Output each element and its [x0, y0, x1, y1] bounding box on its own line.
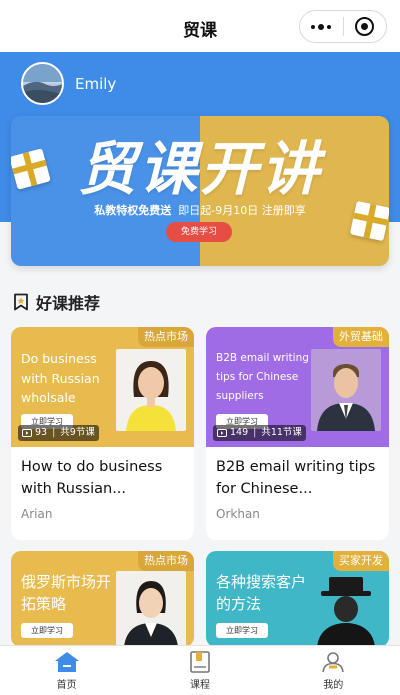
lesson-count: 共9节课	[60, 427, 95, 438]
tab-label: 首页	[56, 680, 77, 691]
tab-label: 我的	[323, 680, 344, 691]
study-now-button[interactable]: 立即学习	[216, 623, 268, 638]
mini-program-capsule	[299, 10, 387, 43]
course-tag: 买家开发	[333, 551, 389, 571]
more-dots-icon	[311, 23, 332, 30]
course-thumbnail: 热点市场 俄罗斯市场开拓策略 立即学习	[11, 551, 194, 647]
thumbnail-title: B2B email writing tips for Chinese suppl…	[216, 352, 309, 402]
banner-subtitle: 私教特权免费送 即日起-9月10日 注册即享	[11, 202, 389, 218]
course-stats: 149 | 共11节课	[213, 425, 306, 441]
thumbnail-title: Do business with Russian wholsale	[21, 351, 100, 405]
course-card[interactable]: 热点市场 俄罗斯市场开拓策略 立即学习	[11, 551, 194, 647]
course-card[interactable]: 外贸基础 B2B email writing tips for Chinese …	[206, 327, 389, 540]
thumbnail-title: 各种搜索客户的方法	[216, 573, 307, 613]
course-card[interactable]: 买家开发 各种搜索客户的方法 立即学习	[206, 551, 389, 647]
course-tag: 外贸基础	[333, 327, 389, 347]
tab-profile[interactable]: 我的	[267, 646, 400, 695]
user-icon	[322, 652, 345, 673]
video-icon	[217, 429, 227, 437]
view-count: 149	[230, 427, 249, 438]
banner-dates: 即日起-9月10日 注册即享	[178, 204, 306, 217]
free-study-button[interactable]: 免费学习	[166, 222, 232, 242]
banner-headline: 贸课开讲	[77, 135, 322, 203]
instructor-photo	[311, 349, 381, 431]
bottom-tab-bar: 首页 课程 我的	[0, 645, 400, 695]
course-title: B2B email writing tips for Chinese...	[216, 459, 376, 497]
avatar[interactable]	[21, 62, 64, 105]
course-thumbnail: 外贸基础 B2B email writing tips for Chinese …	[206, 327, 389, 447]
nav-bar: 贸课	[0, 0, 400, 52]
recommended-section-header: 好课推荐	[12, 290, 100, 314]
home-icon	[54, 652, 79, 672]
course-author: Orkhan	[216, 507, 260, 521]
instructor-photo	[116, 571, 186, 647]
banner-promo: 私教特权免费送	[94, 204, 172, 217]
instructor-photo	[116, 349, 186, 431]
more-button[interactable]	[300, 11, 343, 42]
course-author: Arian	[21, 507, 53, 521]
target-icon	[355, 17, 375, 36]
course-tag: 热点市场	[138, 327, 194, 347]
course-title: How to do business with Russian...	[21, 459, 163, 497]
instructor-photo	[311, 571, 381, 647]
section-title: 好课推荐	[36, 294, 101, 313]
tab-label: 课程	[189, 680, 210, 691]
username: Emily	[75, 75, 117, 93]
video-icon	[22, 429, 32, 437]
course-stats: 93 | 共9节课	[18, 425, 99, 441]
thumbnail-title: 俄罗斯市场开拓策略	[21, 573, 112, 613]
course-thumbnail: 热点市场 Do business with Russian wholsale 立…	[11, 327, 194, 447]
course-thumbnail: 买家开发 各种搜索客户的方法 立即学习	[206, 551, 389, 647]
promo-banner[interactable]: 贸课开讲 私教特权免费送 即日起-9月10日 注册即享 免费学习	[11, 116, 389, 266]
close-miniprogram-button[interactable]	[343, 11, 386, 42]
bookmark-star-icon	[14, 293, 28, 311]
lesson-count: 共11节课	[261, 427, 302, 438]
course-tag: 热点市场	[138, 551, 194, 571]
view-count: 93	[35, 427, 48, 438]
study-now-button[interactable]: 立即学习	[21, 623, 73, 638]
tab-courses[interactable]: 课程	[133, 646, 266, 695]
book-icon	[190, 651, 210, 673]
tab-home[interactable]: 首页	[0, 646, 133, 695]
course-card[interactable]: 热点市场 Do business with Russian wholsale 立…	[11, 327, 194, 540]
